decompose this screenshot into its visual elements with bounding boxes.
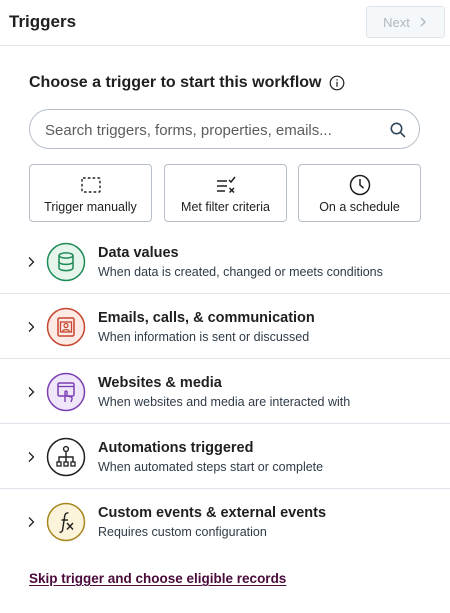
quick-trigger-cards: Trigger manually Met filter criteria On …	[29, 164, 422, 222]
category-description: When websites and media are interacted w…	[98, 395, 351, 409]
on-a-schedule-label: On a schedule	[319, 200, 400, 214]
category-description: When data is created, changed or meets c…	[98, 265, 383, 279]
function-icon	[46, 502, 86, 542]
category-title: Emails, calls, & communication	[98, 310, 315, 326]
met-filter-criteria-label: Met filter criteria	[181, 200, 270, 214]
panel-title: Triggers	[9, 12, 77, 31]
category-description: Requires custom configuration	[98, 525, 267, 539]
chevron-right-icon	[28, 452, 35, 462]
section-title: Choose a trigger to start this workflow	[29, 74, 345, 92]
workflow-icon	[46, 437, 86, 477]
on-a-schedule-card[interactable]: On a schedule	[298, 164, 421, 222]
skip-trigger-link[interactable]: Skip trigger and choose eligible records	[29, 571, 286, 586]
chevron-right-icon	[28, 517, 35, 527]
category-custom-external-events[interactable]: Custom events & external events Requires…	[0, 490, 450, 554]
web-touch-icon	[46, 372, 86, 412]
trigger-manually-label: Trigger manually	[44, 200, 137, 214]
category-description: When automated steps start or complete	[98, 460, 324, 474]
clock-icon	[349, 174, 370, 196]
trigger-manually-card[interactable]: Trigger manually	[29, 164, 152, 222]
database-icon	[46, 242, 86, 282]
next-button-label: Next	[383, 14, 410, 30]
category-data-values[interactable]: Data values When data is created, change…	[0, 230, 450, 294]
chevron-right-icon	[28, 322, 35, 332]
search-input[interactable]	[45, 119, 375, 141]
dashed-box-icon	[80, 177, 101, 193]
category-title: Websites & media	[98, 375, 222, 391]
met-filter-criteria-card[interactable]: Met filter criteria	[164, 164, 287, 222]
category-automations-triggered[interactable]: Automations triggered When automated ste…	[0, 425, 450, 489]
search-box	[29, 109, 420, 149]
category-emails-calls-communication[interactable]: Emails, calls, & communication When info…	[0, 295, 450, 359]
category-websites-media[interactable]: Websites & media When websites and media…	[0, 360, 450, 424]
chevron-right-icon	[28, 257, 35, 267]
filter-check-icon	[216, 176, 236, 194]
panel-header: Triggers Next	[0, 0, 450, 46]
chevron-right-icon	[28, 387, 35, 397]
info-icon[interactable]	[329, 75, 345, 91]
category-title: Data values	[98, 245, 179, 261]
section-title-text: Choose a trigger to start this workflow	[29, 74, 322, 91]
contact-card-icon	[46, 307, 86, 347]
category-title: Custom events & external events	[98, 505, 327, 521]
search-icon[interactable]	[389, 121, 407, 139]
next-button[interactable]: Next	[366, 6, 445, 38]
chevron-right-icon	[420, 17, 426, 27]
category-title: Automations triggered	[98, 440, 254, 456]
category-description: When information is sent or discussed	[98, 330, 310, 344]
